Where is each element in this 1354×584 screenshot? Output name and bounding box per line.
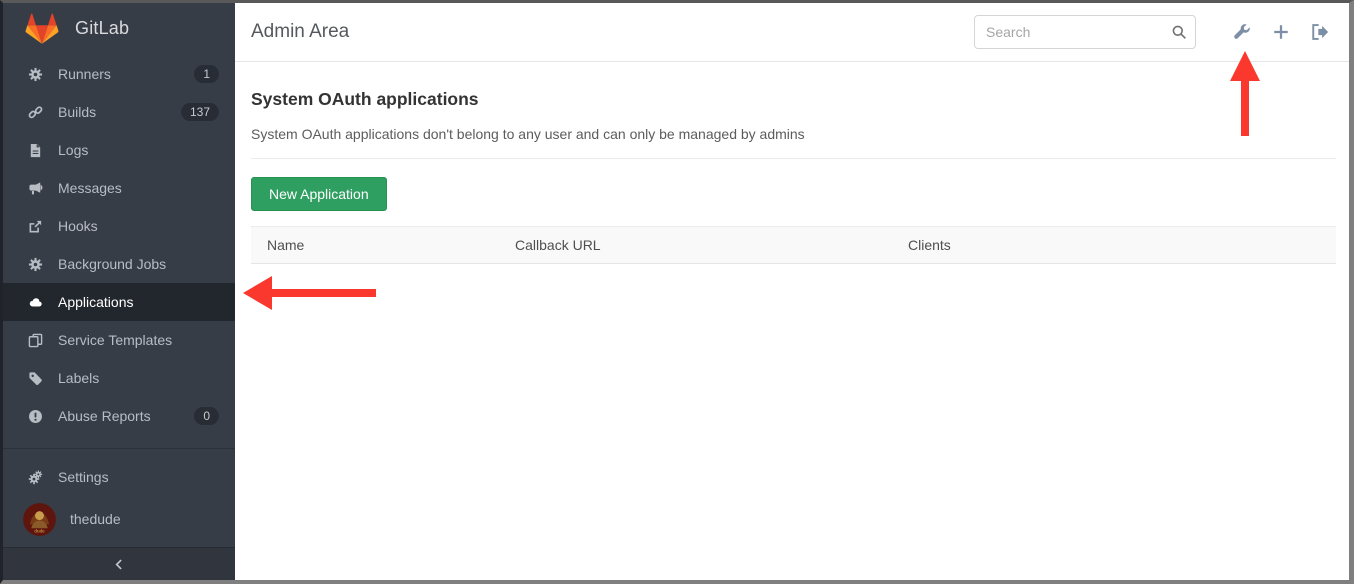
section-title: System OAuth applications — [251, 89, 1336, 110]
tag-icon — [27, 370, 43, 386]
sidebar-item-label: Logs — [58, 142, 219, 158]
sidebar-item-label: Service Templates — [58, 332, 219, 348]
column-header-callback-url: Callback URL — [499, 237, 892, 253]
copy-icon — [27, 332, 43, 348]
link-icon — [27, 104, 43, 120]
username-label: thedude — [70, 511, 121, 527]
sign-out-icon[interactable] — [1311, 23, 1329, 41]
sidebar-item-label: Builds — [58, 104, 181, 120]
cog-icon — [27, 256, 43, 272]
gitlab-home-link[interactable]: GitLab — [3, 3, 235, 53]
count-badge: 0 — [194, 407, 219, 425]
user-avatar: dude — [23, 503, 56, 536]
sidebar-item-label: Runners — [58, 66, 194, 82]
svg-text:dude: dude — [34, 528, 45, 534]
page-title: Admin Area — [251, 21, 349, 43]
header-bar: Admin Area — [235, 3, 1349, 62]
brand-name: GitLab — [75, 18, 129, 39]
main-panel: System OAuth applications System OAuth a… — [235, 62, 1349, 580]
sidebar-item-abuse-reports[interactable]: Abuse Reports 0 — [3, 397, 235, 435]
sidebar-item-current-user[interactable]: dude thedude — [3, 496, 235, 542]
sidebar-divider — [3, 448, 235, 449]
sidebar: GitLab Runners 1 Builds 137 — [3, 3, 235, 580]
sidebar-collapse-button[interactable] — [3, 547, 235, 580]
gitlab-tanuki-icon — [25, 12, 59, 45]
chevron-left-icon — [113, 558, 126, 571]
sidebar-item-label: Labels — [58, 370, 219, 386]
sidebar-item-label: Background Jobs — [58, 256, 219, 272]
sidebar-item-applications[interactable]: Applications — [3, 283, 235, 321]
external-link-icon — [27, 218, 43, 234]
search-box — [974, 15, 1196, 49]
sidebar-nav: Runners 1 Builds 137 — [3, 55, 235, 542]
cog-icon — [27, 66, 43, 82]
sidebar-item-builds[interactable]: Builds 137 — [3, 93, 235, 131]
bullhorn-icon — [27, 180, 43, 196]
column-header-name: Name — [251, 237, 499, 253]
sidebar-item-hooks[interactable]: Hooks — [3, 207, 235, 245]
cloud-icon — [27, 294, 43, 310]
search-input[interactable] — [974, 15, 1196, 49]
new-plus-icon[interactable] — [1272, 23, 1290, 41]
sidebar-item-label: Settings — [58, 469, 219, 485]
sidebar-item-service-templates[interactable]: Service Templates — [3, 321, 235, 359]
sidebar-item-messages[interactable]: Messages — [3, 169, 235, 207]
divider — [251, 158, 1336, 159]
sidebar-item-runners[interactable]: Runners 1 — [3, 55, 235, 93]
column-header-clients: Clients — [892, 237, 1336, 253]
search-icon — [1171, 24, 1187, 40]
sidebar-item-label: Applications — [58, 294, 219, 310]
new-application-button[interactable]: New Application — [251, 177, 387, 211]
sidebar-item-label: Messages — [58, 180, 219, 196]
content-area: Admin Area — [235, 3, 1349, 580]
admin-wrench-icon[interactable] — [1233, 23, 1251, 41]
exclamation-circle-icon — [27, 408, 43, 424]
screenshot-frame: GitLab Runners 1 Builds 137 — [0, 0, 1354, 584]
file-icon — [27, 142, 43, 158]
sidebar-item-label: Hooks — [58, 218, 219, 234]
cogs-icon — [27, 469, 43, 485]
count-badge: 137 — [181, 103, 219, 121]
sidebar-item-label: Abuse Reports — [58, 408, 194, 424]
sidebar-item-background-jobs[interactable]: Background Jobs — [3, 245, 235, 283]
section-description: System OAuth applications don't belong t… — [251, 126, 1336, 142]
table-header-row: Name Callback URL Clients — [251, 226, 1336, 264]
sidebar-item-logs[interactable]: Logs — [3, 131, 235, 169]
sidebar-item-labels[interactable]: Labels — [3, 359, 235, 397]
sidebar-item-settings[interactable]: Settings — [3, 458, 235, 496]
oauth-applications-table: Name Callback URL Clients — [251, 226, 1336, 264]
count-badge: 1 — [194, 65, 219, 83]
